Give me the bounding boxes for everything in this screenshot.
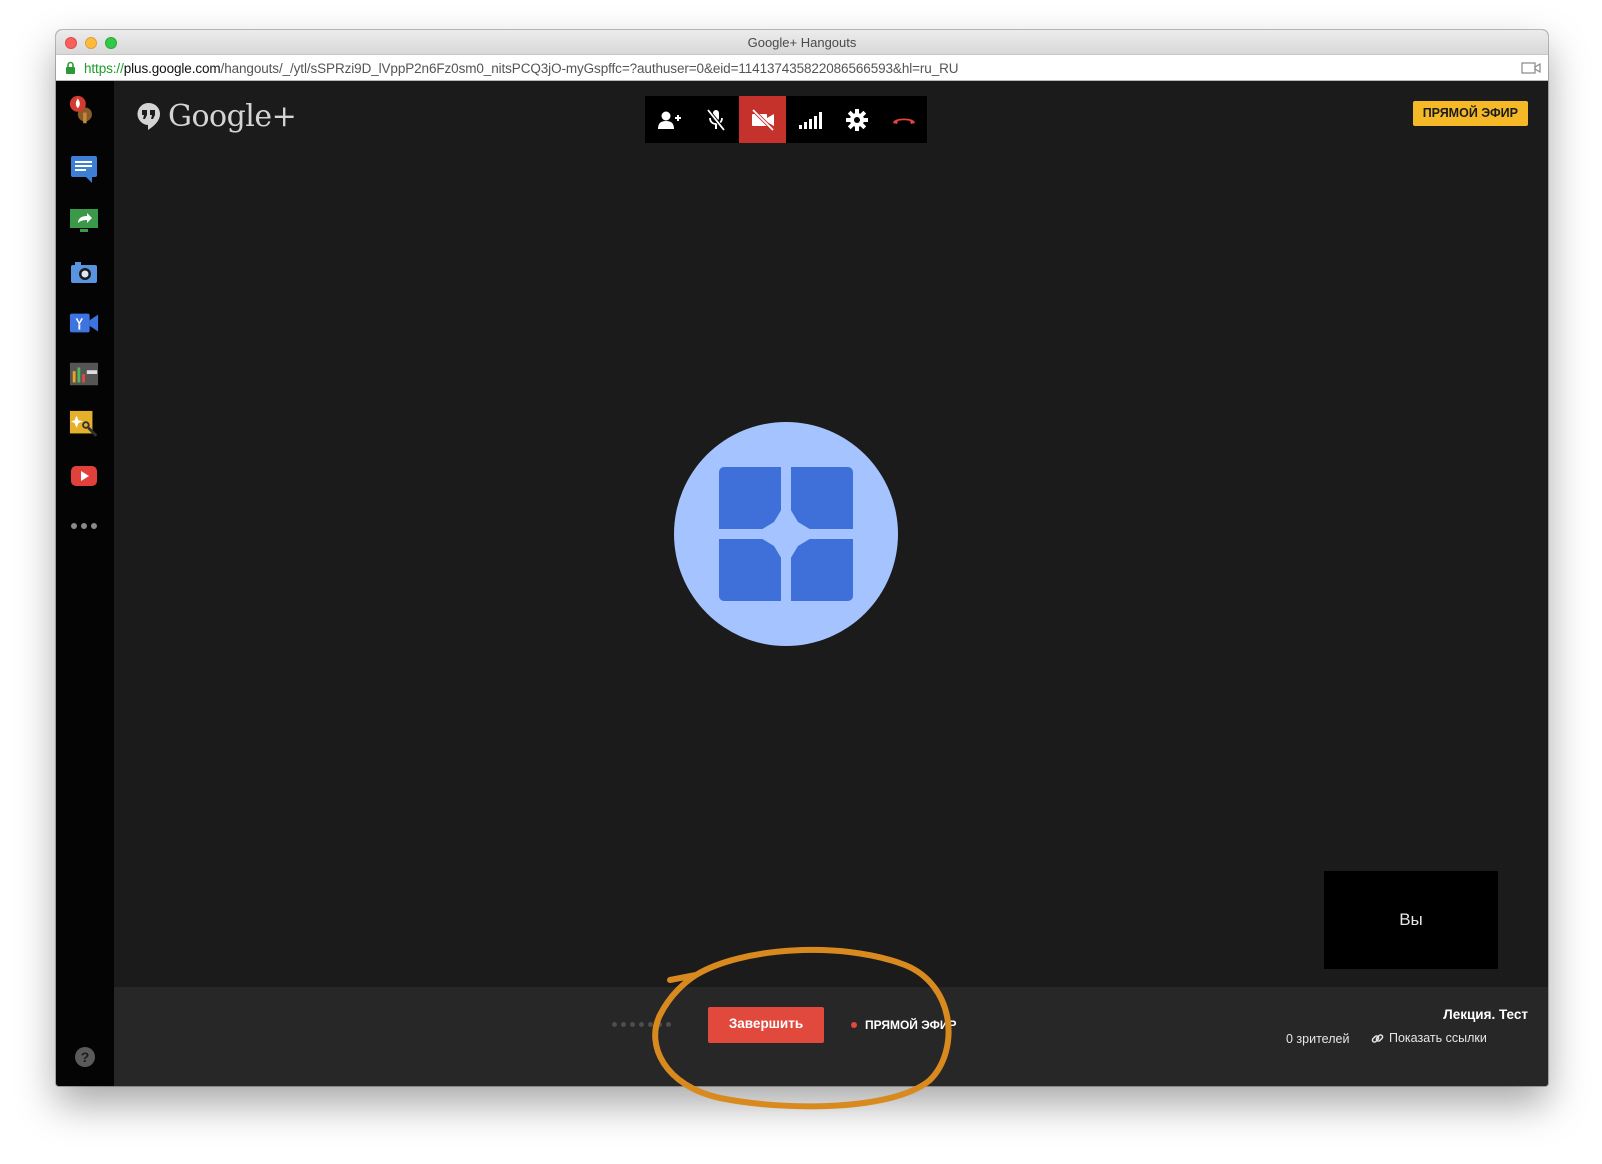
camera-indicator-icon[interactable] (1521, 61, 1541, 75)
url-path: /hangouts/_/ytl/sSPRzi9D_lVppP2n6Fz0sm0_… (220, 61, 959, 76)
window-title: Google+ Hangouts (747, 35, 857, 50)
live-badge[interactable]: ПРЯМОЙ ЭФИР (1412, 101, 1528, 126)
invite-people-icon (657, 111, 681, 129)
youtube-icon[interactable] (69, 461, 99, 491)
effects-icon[interactable] (69, 410, 99, 440)
google-plus-logo: Google+ (136, 99, 297, 134)
url-scheme: https:// (84, 61, 124, 76)
camera-off-icon (751, 108, 774, 131)
live-dot (851, 1022, 857, 1028)
camera-off-button[interactable] (739, 96, 786, 143)
loading-dots (612, 1022, 671, 1027)
event-title: Лекция. Тест (1443, 1007, 1528, 1022)
show-links-button[interactable]: Показать ссылки (1371, 1031, 1487, 1045)
call-toolbar (645, 96, 927, 143)
hang-up-icon (892, 118, 915, 124)
live-indicator-label: ПРЯМОЙ ЭФИР (865, 1018, 957, 1032)
help-button[interactable]: ? (75, 1047, 95, 1067)
browser-window: Google+ Hangouts https://plus.google.com… (56, 30, 1548, 1086)
url-host: plus.google.com (123, 61, 221, 76)
bandwidth-button[interactable] (786, 96, 833, 143)
lock-icon (66, 61, 75, 74)
chat-icon[interactable] (69, 154, 99, 184)
capture-icon[interactable] (69, 257, 99, 287)
screenshare-icon[interactable] (69, 206, 99, 236)
link-icon (1371, 1033, 1384, 1043)
more-icon[interactable] (69, 511, 99, 541)
end-broadcast-button[interactable]: Завершить (708, 1007, 824, 1043)
control-room-icon[interactable] (69, 359, 99, 389)
viewer-count: 0 зрителей (1286, 1032, 1350, 1046)
mute-microphone-button[interactable] (692, 96, 739, 143)
video-stage: Google+ ПРЯМОЙ ЭФИР Вы Завершить ПРЯМОЙ … (114, 81, 1548, 1086)
participant-avatar (674, 422, 898, 646)
logo-text: Google+ (168, 99, 297, 134)
url-text[interactable]: https://plus.google.com/hangouts/_/ytl/s… (84, 61, 959, 76)
apps-sidebar: ? (56, 81, 114, 1086)
hang-up-button[interactable] (880, 96, 927, 143)
mute-microphone-icon (706, 108, 725, 131)
address-bar[interactable]: https://plus.google.com/hangouts/_/ytl/s… (56, 54, 1548, 81)
hangouts-icon (137, 102, 160, 130)
remote-desktop-icon[interactable] (69, 308, 99, 338)
apps-launcher-icon[interactable] (69, 95, 99, 125)
show-links-label: Показать ссылки (1389, 1031, 1487, 1045)
self-view[interactable]: Вы (1324, 871, 1498, 969)
live-indicator: ПРЯМОЙ ЭФИР (851, 1018, 957, 1032)
settings-icon (845, 108, 868, 131)
settings-button[interactable] (833, 96, 880, 143)
invite-people-button[interactable] (645, 96, 692, 143)
bandwidth-icon (798, 111, 822, 129)
title-bar: Google+ Hangouts (56, 30, 1548, 54)
broadcast-bar: Завершить ПРЯМОЙ ЭФИР Лекция. Тест 0 зри… (114, 987, 1548, 1086)
